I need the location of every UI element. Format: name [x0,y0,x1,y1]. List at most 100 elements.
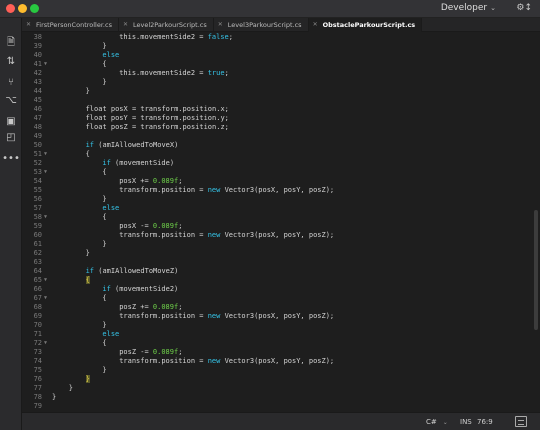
minimize-window-button[interactable] [18,4,27,13]
tab-level2parkourscript-cs[interactable]: ✕ Level2ParkourScript.cs [119,18,214,32]
code-line[interactable]: 54 posX += 0.089f; [22,177,532,186]
code-token: } [102,42,107,50]
scrollbar-thumb[interactable] [534,210,538,330]
code-text: transform.position = new Vector3(posX, p… [119,231,334,240]
preview-icon[interactable] [515,416,527,427]
code-line[interactable]: 73 posZ -= 0.089f; [22,348,532,357]
debug-icon[interactable]: ⌥ [4,93,18,107]
code-token: new [207,312,221,320]
code-token: else [102,204,120,212]
code-text: { [102,294,106,303]
fold-arrow-icon[interactable]: ▼ [44,150,47,159]
git-branch-icon[interactable]: ⑂ [4,75,18,89]
code-line[interactable]: 69 transform.position = new Vector3(posX,… [22,312,532,321]
code-text: transform.position = new Vector3(posX, p… [119,357,334,366]
tab-firstpersoncontroller-cs[interactable]: ✕ FirstPersonController.cs [22,18,119,32]
code-text: } [86,87,90,96]
code-line[interactable]: 58 ▼ { [22,213,532,222]
code-line[interactable]: 48 float posZ = transform.position.z; [22,123,532,132]
code-line[interactable]: 72 ▼ { [22,339,532,348]
tab-level3parkourscript-cs[interactable]: ✕ Level3ParkourScript.cs [214,18,309,32]
code-line[interactable]: 47 float posY = transform.position.y; [22,114,532,123]
insert-mode-indicator[interactable]: INS [460,418,472,426]
code-line[interactable]: 41 ▼ { [22,60,532,69]
more-icon[interactable]: ••• [2,151,20,165]
code-token: { [85,150,90,158]
code-line[interactable]: 53 ▼ { [22,168,532,177]
code-line[interactable]: 65 ▼ { [22,276,532,285]
cursor-position[interactable]: 76:9 [477,418,493,426]
line-number: 44 [33,87,42,95]
code-line[interactable]: 49 [22,132,532,141]
settings-icon[interactable]: ⚙↕ [516,3,532,13]
tab-obstacleparkourscript-cs[interactable]: ✕ ObstacleParkourScript.cs [308,18,423,32]
title-bar: Developer ⌄ ⚙↕ [0,0,540,18]
code-text: } [52,393,56,402]
language-selector[interactable]: C# ⌄ [426,418,448,426]
code-line[interactable]: 77} [22,384,532,393]
line-number: 42 [33,69,42,77]
fold-arrow-icon[interactable]: ▼ [44,168,47,177]
code-line[interactable]: 51 ▼ { [22,150,532,159]
code-line[interactable]: 60 transform.position = new Vector3(posX,… [22,231,532,240]
extensions-icon[interactable]: ▣ [4,114,18,128]
code-line[interactable]: 64 if (amIAllowedToMoveZ) [22,267,532,276]
code-line[interactable]: 42 this.movementSide2 = true; [22,69,532,78]
code-token: ; [224,69,229,77]
code-line[interactable]: 45 [22,96,532,105]
explorer-icon[interactable]: 🗎 [4,36,18,50]
profile-selector[interactable]: Developer ⌄ [441,3,496,13]
line-number: 41 [33,60,42,68]
code-line[interactable]: 46 float posX = transform.position.x; [22,105,532,114]
code-token: } [102,78,107,86]
code-line[interactable]: 40 else [22,51,532,60]
fold-arrow-icon[interactable]: ▼ [44,276,47,285]
maximize-window-button[interactable] [30,4,39,13]
code-line[interactable]: 44} [22,87,532,96]
code-line[interactable]: 78} [22,393,532,402]
code-line[interactable]: 61} [22,240,532,249]
code-line[interactable]: 52 if (movementSide) [22,159,532,168]
code-line[interactable]: 43} [22,78,532,87]
code-line[interactable]: 71 else [22,330,532,339]
code-line[interactable]: 39} [22,42,532,51]
preview-icon[interactable]: ◰ [4,130,18,144]
code-token: { [85,276,90,284]
code-line[interactable]: 76} [22,375,532,384]
code-line[interactable]: 62} [22,249,532,258]
fold-arrow-icon[interactable]: ▼ [44,60,47,69]
code-line[interactable]: 70} [22,321,532,330]
code-token: if [102,285,111,293]
code-line[interactable]: 59 posX -= 0.089f; [22,222,532,231]
code-line[interactable]: 50 if (amIAllowedToMoveX) [22,141,532,150]
code-line[interactable]: 67 ▼ { [22,294,532,303]
code-line[interactable]: 66 if (movementSide2) [22,285,532,294]
code-token: else [102,330,120,338]
code-token: if [85,141,95,149]
code-editor[interactable]: 38 this.movementSide2 = false; 39} 40 else 41… [22,32,532,412]
code-line[interactable]: 56} [22,195,532,204]
code-text: } [85,375,90,384]
close-icon[interactable]: ✕ [26,18,31,32]
close-icon[interactable]: ✕ [218,18,223,32]
code-line[interactable]: 74 transform.position = new Vector3(posX,… [22,357,532,366]
fold-arrow-icon[interactable]: ▼ [44,294,47,303]
code-line[interactable]: 75} [22,366,532,375]
code-line[interactable]: 57 else [22,204,532,213]
code-line[interactable]: 55 transform.position = new Vector3(posX,… [22,186,532,195]
code-token: else [102,51,120,59]
code-line[interactable]: 63 [22,258,532,267]
code-line[interactable]: 68 posZ += 0.089f; [22,303,532,312]
code-token: 0.089f [152,177,179,185]
sort-icon[interactable]: ⇅ [4,54,18,68]
line-number: 77 [33,384,42,392]
close-icon[interactable]: ✕ [123,18,128,32]
fold-arrow-icon[interactable]: ▼ [44,339,47,348]
code-token: transform.position = [119,312,208,320]
code-line[interactable]: 38 this.movementSide2 = false; [22,33,532,42]
code-line[interactable]: 79 [22,402,532,411]
close-window-button[interactable] [6,4,15,13]
line-number: 52 [33,159,42,167]
close-icon[interactable]: ✕ [313,18,318,32]
fold-arrow-icon[interactable]: ▼ [44,213,47,222]
